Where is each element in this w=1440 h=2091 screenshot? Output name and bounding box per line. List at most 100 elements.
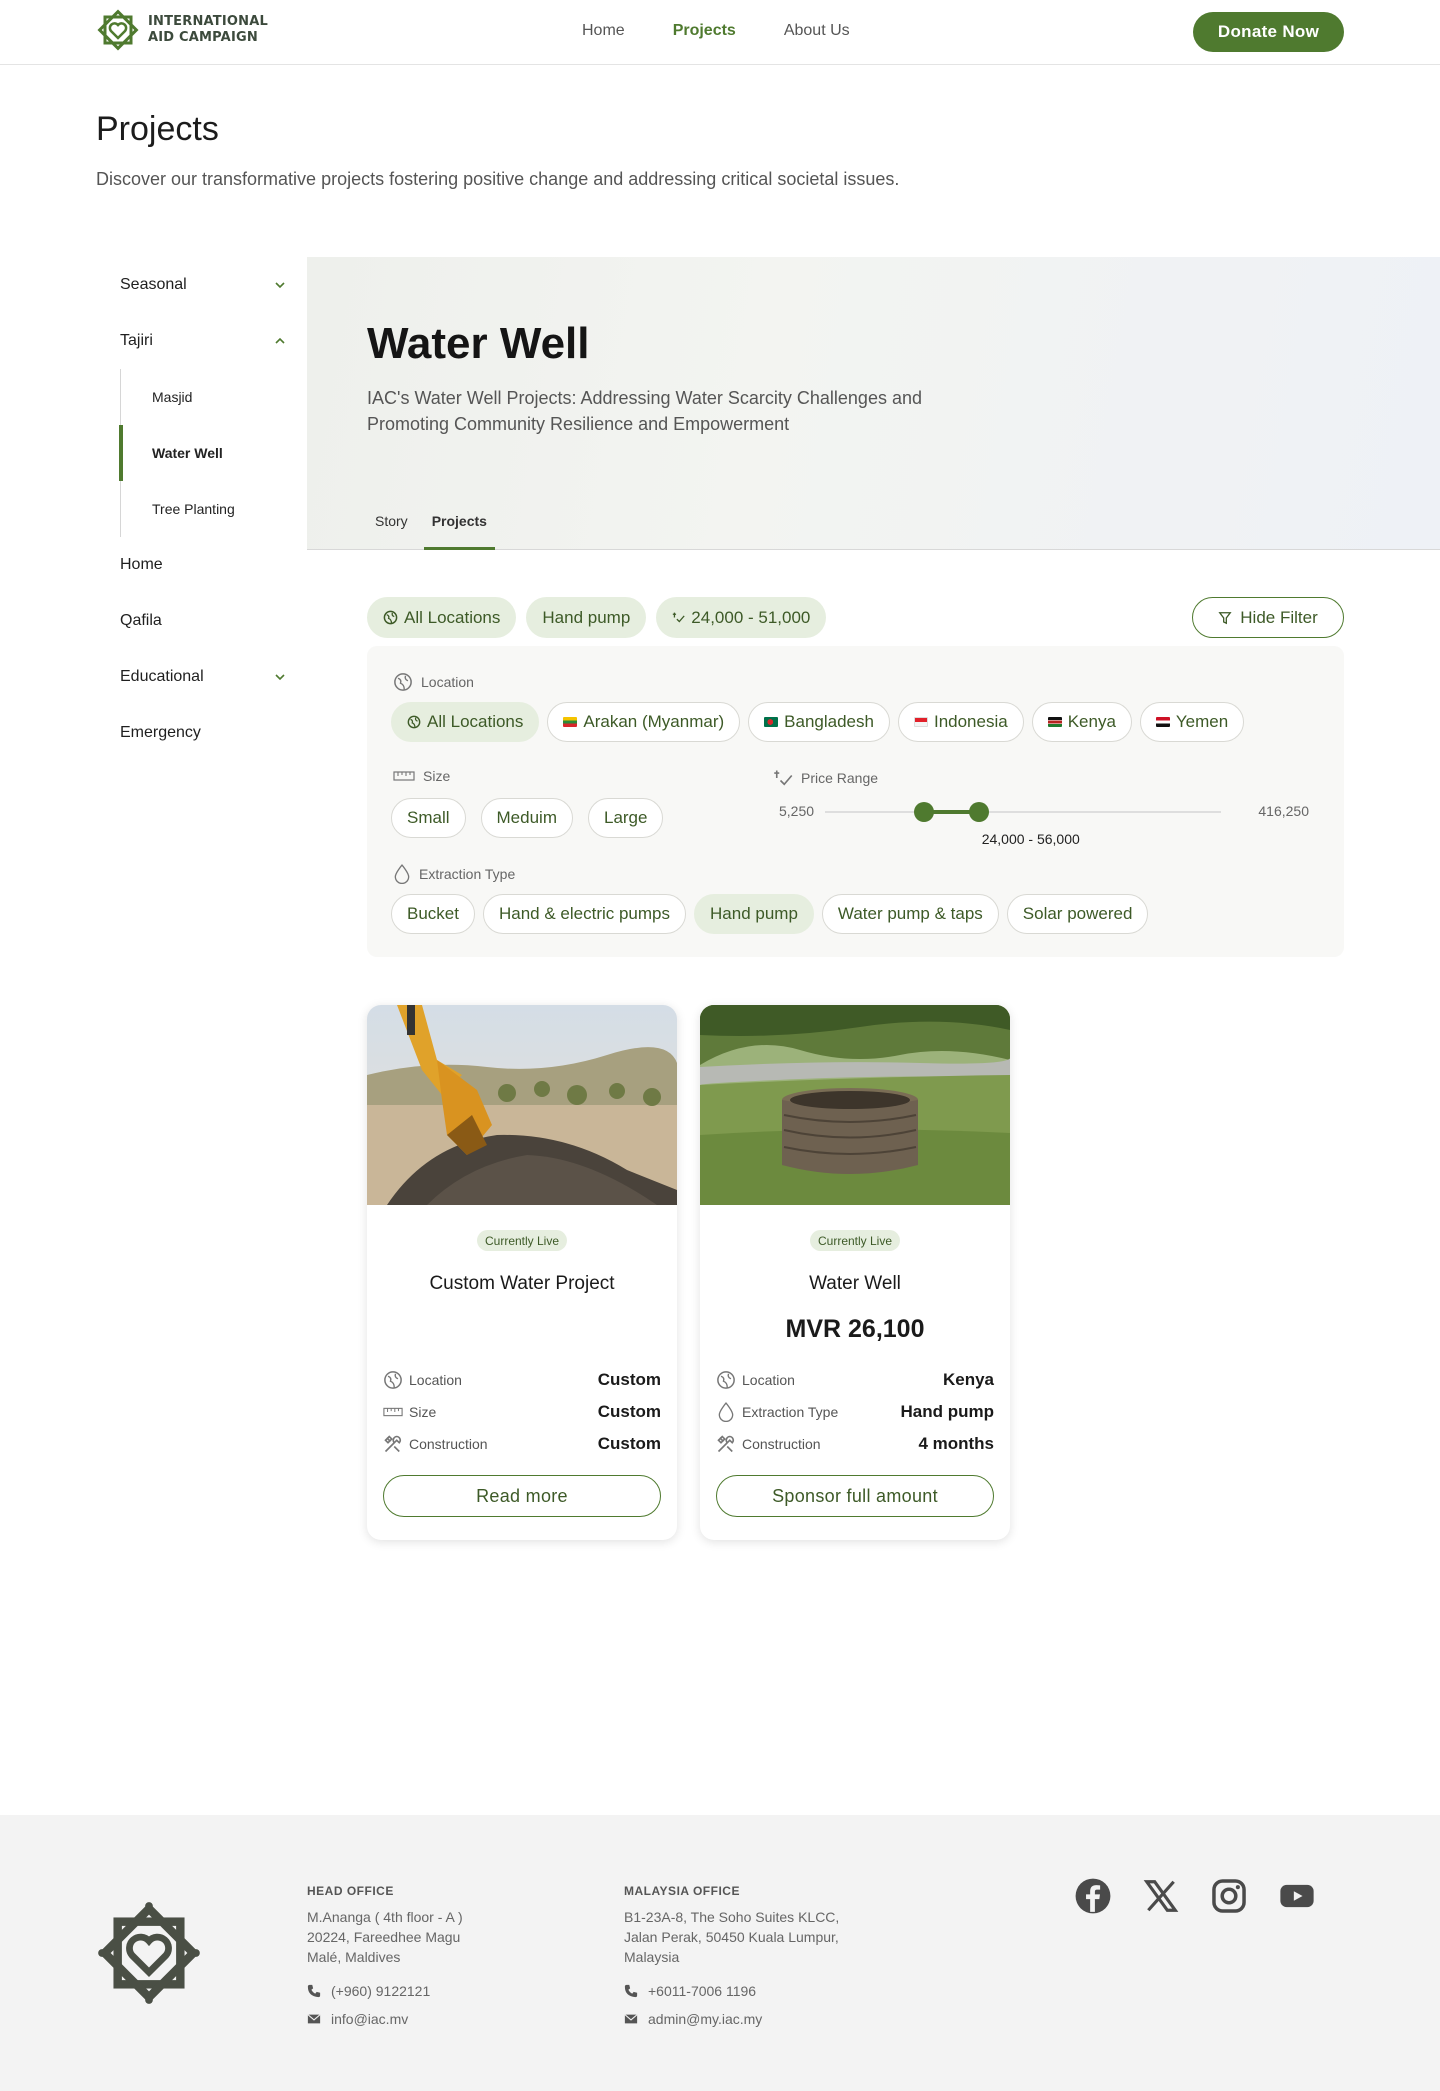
tab-story[interactable]: Story [367, 507, 416, 550]
spec-value: Custom [597, 1370, 661, 1389]
x-icon[interactable] [1142, 1877, 1180, 1915]
page-subtitle: Discover our transformative projects fos… [96, 169, 900, 189]
ruler-icon [393, 771, 415, 781]
sidebar-item-tajiri[interactable]: Tajiri [96, 313, 296, 369]
card-spec-size: Size Custom [383, 1401, 661, 1423]
hero-title: Water Well [367, 319, 590, 368]
malaysia-office-phone[interactable]: +6011-7006 1196 [624, 1981, 839, 2001]
price-max-label: 416,250 [1258, 803, 1309, 819]
card-title: Custom Water Project [429, 1273, 615, 1294]
location-filter-label: Location [393, 672, 474, 692]
extraction-option-bucket[interactable]: Bucket [391, 894, 475, 934]
extraction-options: Bucket Hand & electric pumps Hand pump W… [391, 894, 1149, 934]
sidebar-subitem-water-well[interactable]: Water Well [119, 425, 296, 481]
spec-value: Hand pump [900, 1402, 995, 1421]
location-options: All Locations Arakan (Myanmar) Banglades… [391, 702, 1245, 742]
drop-icon [718, 1402, 734, 1422]
instagram-icon[interactable] [1210, 1877, 1248, 1915]
chip-label: All Locations [404, 607, 501, 627]
filter-icon [1218, 611, 1232, 624]
nav-about-us[interactable]: About Us [784, 22, 850, 40]
card-spec-construction: Construction 4 months [716, 1433, 994, 1455]
facebook-icon[interactable] [1074, 1877, 1112, 1915]
card-image-water-well[interactable] [700, 1005, 1010, 1205]
category-hero: Water Well IAC's Water Well Projects: Ad… [307, 257, 1440, 550]
sidebar-item-seasonal[interactable]: Seasonal [96, 257, 296, 313]
tab-projects[interactable]: Projects [423, 507, 495, 550]
site-footer: HEAD OFFICE M.Ananga ( 4th floor - A ) 2… [0, 1815, 1440, 2091]
logo[interactable]: INTERNATIONAL AID CAMPAIGN [96, 8, 268, 52]
hide-filter-button[interactable]: Hide Filter [1192, 597, 1344, 638]
price-icon [673, 612, 685, 623]
malaysia-office: MALAYSIA OFFICE B1-23A-8, The Soho Suite… [624, 1881, 839, 2029]
sidebar-item-qafila[interactable]: Qafila [96, 593, 296, 649]
card-image-excavator[interactable] [367, 1005, 677, 1205]
phone-icon [307, 1984, 321, 1998]
size-filter-label: Size [393, 768, 450, 784]
option-label: All Locations [427, 712, 524, 731]
phone-icon [624, 1984, 638, 1998]
ruler-icon [383, 1407, 403, 1417]
option-label: Yemen [1175, 712, 1229, 731]
extraction-option-solar[interactable]: Solar powered [1006, 894, 1149, 934]
active-chip-price[interactable]: 24,000 - 51,000 [656, 597, 827, 638]
slider-track[interactable] [825, 811, 1221, 813]
sidebar-item-educational[interactable]: Educational [96, 649, 296, 705]
card-price: MVR 26,100 [785, 1315, 925, 1343]
hide-filter-label: Hide Filter [1240, 607, 1318, 627]
globe-icon [717, 1371, 735, 1389]
address-line: M.Ananga ( 4th floor - A ) [307, 1909, 463, 1925]
sidebar-item-home[interactable]: Home [96, 537, 296, 593]
option-label: Bangladesh [784, 712, 874, 731]
extraction-filter-label: Extraction Type [393, 864, 515, 884]
donate-now-button[interactable]: Donate Now [1193, 12, 1344, 52]
sponsor-full-amount-button[interactable]: Sponsor full amount [716, 1475, 994, 1517]
size-option-large[interactable]: Large [587, 798, 664, 838]
head-office-phone[interactable]: (+960) 9122121 [307, 1981, 463, 2001]
location-option-yemen[interactable]: Yemen [1139, 702, 1245, 742]
sidebar-item-emergency[interactable]: Emergency [96, 705, 296, 761]
extraction-option-hand-pump[interactable]: Hand pump [694, 894, 814, 934]
location-option-kenya[interactable]: Kenya [1031, 702, 1132, 742]
tools-icon [717, 1435, 735, 1453]
bangladesh-flag-icon [764, 717, 779, 727]
read-more-button[interactable]: Read more [383, 1475, 661, 1517]
tajiri-sublist: Masjid Water Well Tree Planting [119, 369, 296, 537]
sidebar-subitem-masjid[interactable]: Masjid [121, 369, 296, 425]
price-min-label: 5,250 [779, 803, 815, 819]
filter-panel: Location All Locations Arakan (Myanmar) … [367, 646, 1344, 957]
slider-thumb-high[interactable] [969, 802, 990, 822]
active-chip-location[interactable]: All Locations [367, 597, 517, 638]
option-label: Indonesia [933, 712, 1008, 731]
globe-icon [394, 673, 412, 691]
option-label: Arakan (Myanmar) [583, 712, 725, 731]
size-option-small[interactable]: Small [391, 798, 466, 838]
option-label: Kenya [1067, 712, 1116, 731]
location-option-bangladesh[interactable]: Bangladesh [748, 702, 890, 742]
malaysia-office-email[interactable]: admin@my.iac.my [624, 2009, 839, 2029]
card-title: Water Well [809, 1273, 901, 1294]
filter-label-text: Location [421, 674, 474, 690]
footer-logo-icon[interactable] [96, 1900, 202, 2006]
sidebar-item-label: Educational [120, 668, 204, 685]
card-spec-location: Location Custom [383, 1369, 661, 1391]
price-range-readout: 24,000 - 56,000 [981, 831, 1080, 847]
extraction-option-hand-electric[interactable]: Hand & electric pumps [482, 894, 687, 934]
filter-label-text: Price Range [801, 770, 879, 786]
spec-label: Extraction Type [742, 1404, 839, 1420]
address-line: Malaysia [624, 1949, 680, 1965]
slider-thumb-low[interactable] [914, 802, 935, 822]
location-option-myanmar[interactable]: Arakan (Myanmar) [547, 702, 741, 742]
head-office-email[interactable]: info@iac.mv [307, 2009, 463, 2029]
address-line: Malé, Maldives [307, 1949, 401, 1965]
nav-projects[interactable]: Projects [673, 22, 736, 40]
extraction-option-water-pump[interactable]: Water pump & taps [821, 894, 999, 934]
mail-icon [307, 2014, 321, 2024]
youtube-icon[interactable] [1278, 1877, 1316, 1915]
location-option-indonesia[interactable]: Indonesia [897, 702, 1024, 742]
nav-home[interactable]: Home [582, 22, 625, 40]
sidebar-subitem-tree-planting[interactable]: Tree Planting [121, 481, 296, 537]
location-option-all[interactable]: All Locations [391, 702, 540, 742]
active-chip-extraction[interactable]: Hand pump [526, 597, 647, 638]
size-option-medium[interactable]: Meduim [480, 798, 573, 838]
